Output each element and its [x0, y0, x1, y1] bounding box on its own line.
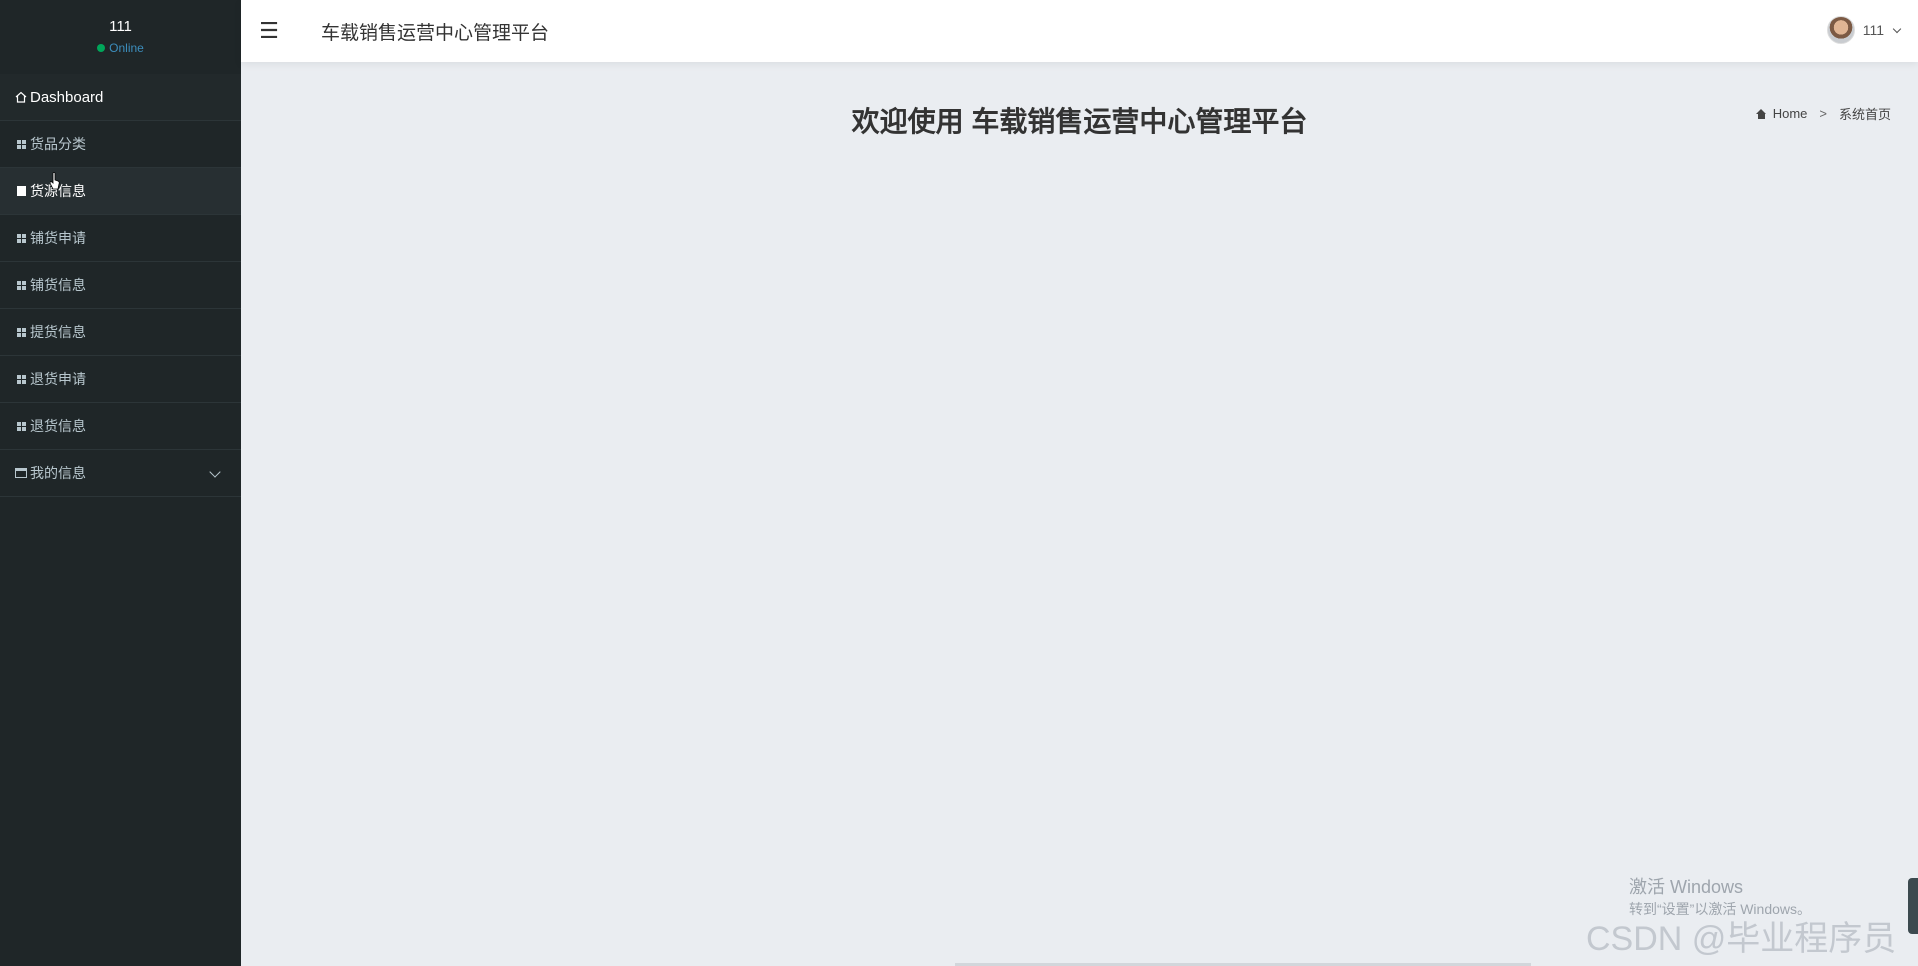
grid-icon: [14, 278, 28, 292]
main-content: 欢迎使用 车载销售运营中心管理平台 Home > 系统首页: [241, 62, 1918, 966]
sidebar-item-label: 退货申请: [30, 371, 86, 387]
sidebar-item-dashboard[interactable]: Dashboard: [0, 74, 241, 121]
home-icon: [14, 90, 28, 104]
sidebar-item-label: Dashboard: [30, 88, 104, 106]
grid-icon: [14, 325, 28, 339]
sidebar-item-label: 我的信息: [30, 465, 86, 481]
online-status-icon: [97, 44, 106, 52]
file-icon: [14, 184, 28, 198]
sidebar-item-label: 铺货信息: [30, 277, 86, 293]
breadcrumb: Home > 系统首页: [1755, 104, 1891, 123]
csdn-watermark: CSDN @毕业程序员: [1586, 920, 1897, 958]
sidebar-item-return-info[interactable]: 退货信息: [0, 403, 241, 450]
breadcrumb-home-label: Home: [1772, 106, 1808, 121]
breadcrumb-home-link[interactable]: Home: [1755, 106, 1808, 121]
user-status-label: Online: [109, 41, 144, 55]
grid-icon: [14, 137, 28, 151]
breadcrumb-separator: >: [1819, 106, 1827, 121]
card-icon: [14, 466, 28, 480]
grid-icon: [14, 372, 28, 386]
sidebar-item-label: 货品分类: [30, 136, 86, 152]
avatar: [1826, 16, 1855, 44]
sidebar-item-label: 退货信息: [30, 418, 86, 434]
user-menu[interactable]: 111: [1826, 16, 1902, 44]
sidebar-item-label: 提货信息: [30, 324, 86, 340]
sidebar-item-goods-category[interactable]: 货品分类: [0, 121, 241, 168]
chevron-down-icon: [1892, 24, 1902, 33]
sidebar-item-return-request[interactable]: 退货申请: [0, 356, 241, 403]
page-title: 欢迎使用 车载销售运营中心管理平台: [851, 106, 1308, 137]
sidebar-item-goods-source[interactable]: 货源信息: [0, 168, 241, 215]
menu-icon: ☰: [259, 18, 279, 43]
user-panel: 111 Online: [0, 0, 241, 74]
top-header: ☰ 车载销售运营中心管理平台 111: [241, 0, 1918, 62]
app-title: 车载销售运营中心管理平台: [321, 22, 550, 44]
user-status: Online: [97, 41, 144, 55]
header-user-name: 111: [1862, 22, 1884, 38]
grid-icon: [14, 419, 28, 433]
home-icon: [1755, 108, 1767, 119]
sidebar-item-label: 铺货申请: [30, 230, 86, 246]
chevron-down-icon: [209, 466, 221, 478]
breadcrumb-current: 系统首页: [1838, 107, 1891, 122]
menu-toggle-button[interactable]: ☰: [257, 18, 281, 43]
sidebar-item-pickup-info[interactable]: 提货信息: [0, 309, 241, 356]
side-tool-tab[interactable]: [1908, 878, 1918, 934]
sidebar-item-distribution-info[interactable]: 铺货信息: [0, 262, 241, 309]
grid-icon: [14, 231, 28, 245]
hand-cursor-icon: [50, 172, 60, 190]
sidebar-item-my-info[interactable]: 我的信息: [0, 450, 241, 497]
sidebar-item-distribution-request[interactable]: 铺货申请: [0, 215, 241, 262]
sidebar: 111 Online Dashboard 货品分类 货源信息 铺货申请 铺货信息…: [0, 0, 241, 966]
windows-activation-title: 激活 Windows: [1629, 877, 1744, 897]
sidebar-user-name: 111: [109, 18, 132, 35]
